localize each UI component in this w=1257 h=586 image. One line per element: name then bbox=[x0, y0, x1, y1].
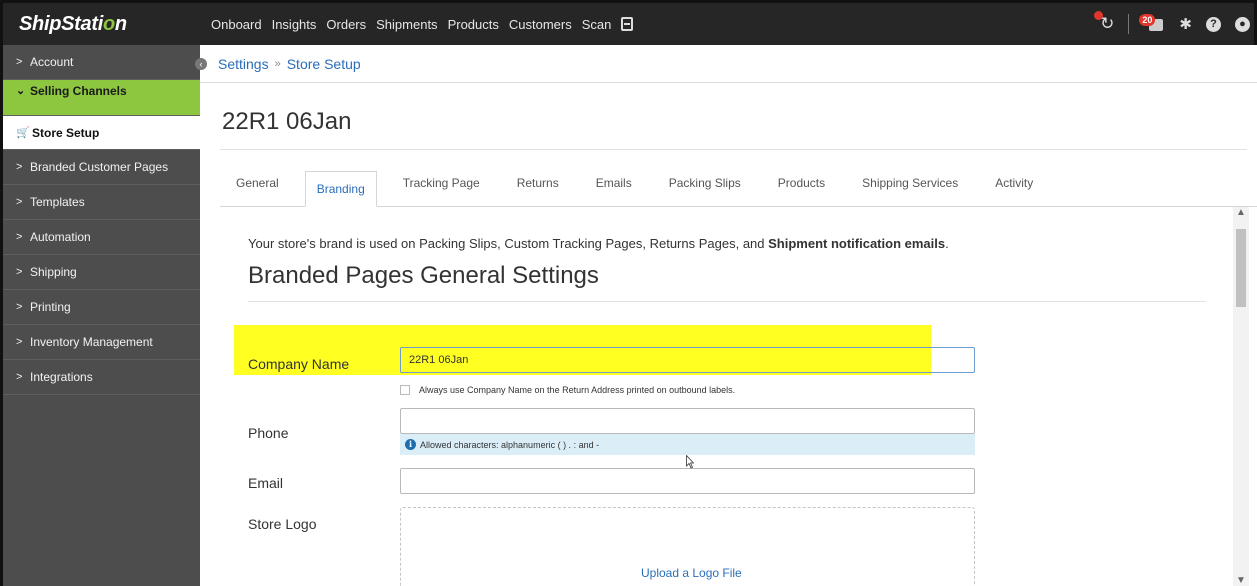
sidebar-item-account[interactable]: > Account bbox=[3, 45, 200, 80]
tab-packing-slips[interactable]: Packing Slips bbox=[669, 170, 741, 206]
sidebar-item-selling-channels[interactable]: ⌄ Selling Channels bbox=[3, 80, 200, 116]
chevron-right-icon: > bbox=[16, 231, 23, 243]
breadcrumb-separator: » bbox=[274, 57, 281, 70]
chevron-right-icon: > bbox=[16, 266, 23, 278]
page-title: 22R1 06Jan bbox=[222, 108, 352, 135]
chevron-right-icon: > bbox=[16, 196, 23, 208]
breadcrumb: Settings » Store Setup bbox=[200, 45, 1257, 83]
tab-shipping-services[interactable]: Shipping Services bbox=[862, 170, 958, 206]
sidebar-item-branded-customer-pages[interactable]: > Branded Customer Pages bbox=[3, 150, 200, 185]
cart-icon: 🛒 bbox=[16, 127, 30, 139]
settings-sidebar: > Account ⌄ Selling Channels 🛒 Store Setup … bbox=[0, 45, 200, 586]
sidebar-item-inventory-management[interactable]: > Inventory Management bbox=[3, 325, 200, 360]
nav-scan[interactable]: Scan bbox=[582, 17, 612, 32]
tab-activity[interactable]: Activity bbox=[995, 170, 1033, 206]
nav-orders[interactable]: Orders bbox=[326, 17, 366, 32]
chevron-right-icon: > bbox=[16, 336, 23, 348]
company-name-input[interactable] bbox=[400, 347, 975, 373]
printer-badge: 20 bbox=[1139, 14, 1156, 26]
scrollbar-thumb[interactable] bbox=[1236, 229, 1246, 307]
main-content: Settings » Store Setup 22R1 06Jan Genera… bbox=[200, 45, 1257, 586]
email-label: Email bbox=[248, 475, 284, 491]
main-nav: Onboard Insights Orders Shipments Produc… bbox=[211, 17, 634, 32]
nav-customers[interactable]: Customers bbox=[509, 17, 572, 32]
tab-products[interactable]: Products bbox=[778, 170, 825, 206]
divider bbox=[248, 301, 1206, 302]
mouse-cursor-icon bbox=[686, 455, 694, 469]
sidebar-item-store-setup[interactable]: 🛒 Store Setup bbox=[3, 116, 200, 150]
tab-returns[interactable]: Returns bbox=[517, 170, 559, 206]
chevron-down-icon: ⌄ bbox=[16, 85, 26, 97]
user-icon[interactable]: ● bbox=[1235, 16, 1250, 32]
tab-branding[interactable]: Branding bbox=[304, 171, 377, 207]
breadcrumb-settings[interactable]: Settings bbox=[218, 56, 269, 72]
refresh-stores-icon[interactable]: ↻ bbox=[1094, 11, 1114, 34]
company-name-label: Company Name bbox=[248, 356, 350, 372]
nav-insights[interactable]: Insights bbox=[272, 17, 317, 32]
nav-products[interactable]: Products bbox=[448, 17, 499, 32]
scroll-down-icon[interactable]: ▼ bbox=[1236, 575, 1246, 586]
vertical-scrollbar[interactable]: ▲ ▼ bbox=[1233, 207, 1249, 586]
sidebar-item-printing[interactable]: > Printing bbox=[3, 290, 200, 325]
phone-hint: i Allowed characters: alphanumeric ( ) .… bbox=[400, 434, 975, 455]
nav-onboard[interactable]: Onboard bbox=[211, 17, 262, 32]
tab-emails[interactable]: Emails bbox=[596, 170, 632, 206]
top-icons: ↻ 20 ✱ ? ● bbox=[1094, 3, 1254, 45]
collapse-sidebar-icon[interactable]: ‹ bbox=[195, 58, 207, 70]
return-address-checkbox-label: Always use Company Name on the Return Ad… bbox=[419, 385, 736, 395]
printer-icon[interactable]: 20 bbox=[1139, 14, 1165, 32]
sidebar-item-automation[interactable]: > Automation bbox=[3, 220, 200, 255]
nav-shipments[interactable]: Shipments bbox=[376, 17, 437, 32]
gear-icon[interactable]: ✱ bbox=[1179, 15, 1192, 33]
help-icon[interactable]: ? bbox=[1206, 16, 1221, 32]
divider bbox=[220, 149, 1247, 150]
scroll-up-icon[interactable]: ▲ bbox=[1236, 207, 1246, 218]
chevron-right-icon: > bbox=[16, 301, 23, 313]
tab-tracking-page[interactable]: Tracking Page bbox=[403, 170, 480, 206]
upload-logo-link[interactable]: Upload a Logo File bbox=[641, 566, 742, 580]
phone-label: Phone bbox=[248, 425, 289, 441]
return-address-checkbox[interactable] bbox=[400, 385, 410, 395]
breadcrumb-store-setup[interactable]: Store Setup bbox=[287, 56, 361, 72]
calculator-icon[interactable] bbox=[621, 17, 634, 31]
divider bbox=[1128, 14, 1130, 34]
return-address-checkbox-row[interactable]: Always use Company Name on the Return Ad… bbox=[400, 385, 735, 395]
store-logo-label: Store Logo bbox=[248, 516, 317, 532]
info-icon: i bbox=[405, 439, 416, 450]
chevron-right-icon: > bbox=[16, 56, 23, 68]
email-input[interactable] bbox=[400, 468, 975, 494]
tab-general[interactable]: General bbox=[236, 170, 279, 206]
branding-intro-text: Your store's brand is used on Packing Sl… bbox=[248, 236, 949, 251]
section-title: Branded Pages General Settings bbox=[248, 262, 599, 289]
top-navigation-bar: ShipStation Onboard Insights Orders Ship… bbox=[0, 0, 1257, 45]
sidebar-item-templates[interactable]: > Templates bbox=[3, 185, 200, 220]
phone-input[interactable] bbox=[400, 408, 975, 434]
sidebar-item-shipping[interactable]: > Shipping bbox=[3, 255, 200, 290]
shipstation-logo[interactable]: ShipStation bbox=[3, 13, 203, 36]
chevron-right-icon: > bbox=[16, 161, 23, 173]
chevron-right-icon: > bbox=[16, 371, 23, 383]
store-tabs: General Branding Tracking Page Returns E… bbox=[220, 169, 1257, 207]
sidebar-item-integrations[interactable]: > Integrations bbox=[3, 360, 200, 395]
